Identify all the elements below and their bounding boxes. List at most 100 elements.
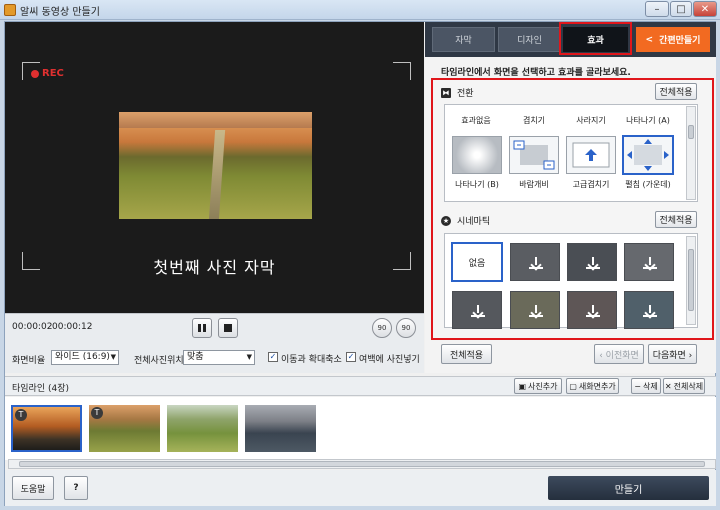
add-photo-icon: ▣ [518,381,527,391]
x-icon: ✕ [664,381,672,391]
cinematic-item[interactable] [452,291,502,329]
delete-all-button[interactable]: ✕ 전체삭제 [663,378,705,394]
star-icon: ★ [441,215,451,226]
transition-item-label: 고급겹치기 [572,180,610,189]
transition-apply-all-button[interactable]: 전체적용 [655,83,697,100]
aspect-ratio-select[interactable]: 와이드 (16:9) ▼ [51,350,119,365]
transition-icon: ⧓ [441,87,451,98]
pinwheel-icon[interactable] [509,136,559,174]
rotate-left-icon: 90 [377,324,387,332]
current-time: 00:00:02 [12,322,53,332]
advanced-overlap-graphic [572,142,610,168]
add-photo-label: 사진추가 [528,381,558,391]
minimize-button[interactable]: – [645,1,669,17]
next-screen-button[interactable]: 다음화면 › [648,344,697,364]
rotate-right-button[interactable]: 90 [396,318,416,338]
cinematic-none-item[interactable]: 없음 [451,242,503,282]
download-icon [586,257,600,269]
photo-position-select[interactable]: 맞춤 ▼ [183,350,255,365]
rec-frame-corner-tr [393,62,411,80]
stop-icon [224,324,232,332]
timeline-clip[interactable] [245,405,316,452]
cinematic-item[interactable] [567,243,617,281]
aspect-ratio-value: 와이드 (16:9) [55,352,110,362]
close-button[interactable]: ✕ [693,1,717,17]
cinematic-item[interactable] [567,291,617,329]
chevron-down-icon: ▼ [110,353,116,361]
cinematic-header: ★ 시네마틱 [441,214,490,227]
transition-header: ⧓ 전환 [441,86,474,99]
download-icon [471,305,485,317]
transition-top-label[interactable]: 사라지기 [563,115,619,126]
cinematic-item[interactable] [510,243,560,281]
pinwheel-graphic [513,140,555,170]
total-time: 00:00:12 [52,322,93,332]
move-zoom-label: 이동과 확대축소 [281,355,342,365]
app-icon [4,4,16,16]
chevron-down-icon: ▼ [246,353,252,361]
minus-icon: − [634,381,641,391]
apply-all-button[interactable]: 전체적용 [441,344,492,364]
cinematic-scrollbar[interactable] [686,236,696,325]
question-button[interactable]: ? [64,476,88,500]
window-title: 알씨 동영상 만들기 [20,7,100,18]
stop-button[interactable] [218,318,238,338]
scrollbar-thumb[interactable] [688,125,694,139]
photo-path [208,130,226,219]
expand-center-graphic [627,139,669,171]
timeline-scrollbar[interactable] [8,459,716,469]
download-icon [643,257,657,269]
tab-design[interactable]: 디자인 [498,27,561,52]
download-icon [643,305,657,317]
cinematic-item[interactable] [510,291,560,329]
transition-top-label[interactable]: 겹치기 [506,115,562,126]
margin-photo-label: 여백에 사진넣기 [359,355,420,365]
download-icon [529,305,543,317]
photo-sky [119,112,312,128]
preview-photo [119,112,312,219]
aspect-ratio-label: 화면비율 [12,356,46,366]
margin-photo-checkbox[interactable]: ✓ [346,352,356,362]
instruction-text: 타임라인에서 화면을 선택하고 효과를 골라보세요. [441,68,631,78]
photo-position-value: 맞춤 [187,352,204,362]
expand-center-icon[interactable] [622,135,674,175]
move-zoom-checkbox[interactable]: ✓ [268,352,278,362]
radial-fade-icon[interactable] [452,136,502,174]
make-button[interactable]: 만들기 [548,476,709,500]
delete-button[interactable]: − 삭제 [631,378,661,394]
rotate-right-icon: 90 [401,324,411,332]
timeline-clip[interactable]: T [89,405,160,452]
help-button[interactable]: 도움말 [12,476,54,500]
cinematic-item[interactable] [624,243,674,281]
rec-label: REC [42,68,64,79]
tab-subtitle[interactable]: 자막 [432,27,495,52]
delete-all-label: 전체삭제 [673,381,704,391]
quick-make-button[interactable]: < 간편만들기 [636,27,710,52]
rec-dot-icon [31,70,39,78]
transition-scrollbar[interactable] [686,106,696,200]
transition-item-label: 바람개비 [519,180,549,189]
add-photo-button[interactable]: ▣ 사진추가 [514,378,562,394]
cinematic-apply-all-button[interactable]: 전체적용 [655,211,697,228]
pause-button[interactable] [192,318,212,338]
maximize-button[interactable]: □ [670,1,692,17]
transition-top-label[interactable]: 나타나기 (A) [620,115,676,126]
quick-make-label: 간편만들기 [659,36,701,46]
scrollbar-thumb[interactable] [19,461,705,467]
photo-position-label: 전체사진위치 [134,356,184,366]
title-bar [0,0,720,20]
text-badge-icon: T [91,407,103,419]
advanced-overlap-icon[interactable] [566,136,616,174]
scrollbar-thumb[interactable] [688,249,694,311]
transition-top-label[interactable]: 효과없음 [448,115,504,126]
timeline-clip[interactable] [167,405,238,452]
cinematic-item[interactable] [624,291,674,329]
delete-label: 삭제 [642,381,658,391]
timeline-clip[interactable]: T [11,405,82,452]
transition-item-label: 펼침 (가운데) [625,180,671,189]
prev-screen-button[interactable]: ‹ 이전화면 [594,344,644,364]
rotate-left-button[interactable]: 90 [372,318,392,338]
add-screen-button[interactable]: ▢ 새화면추가 [566,378,619,394]
download-icon [586,305,600,317]
transition-item-label: 나타나기 (B) [455,180,499,189]
